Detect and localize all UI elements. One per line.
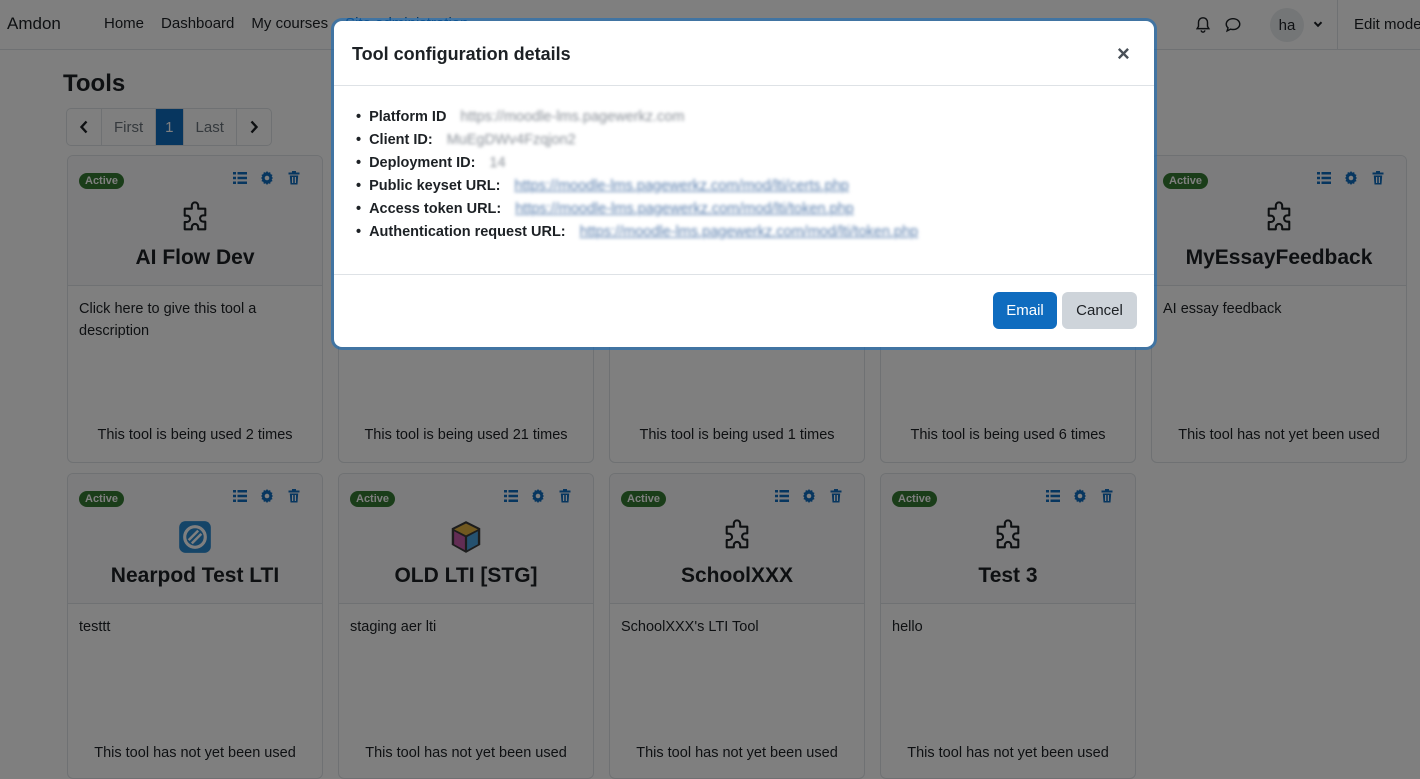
detail-client-id: Client ID:MuEgDWv4Fzqjon2 <box>356 129 918 152</box>
detail-public-keyset-url: Public keyset URL:https://moodle-lms.pag… <box>356 175 918 198</box>
modal-footer: Email Cancel <box>334 274 1154 347</box>
close-icon[interactable]: × <box>1117 43 1130 65</box>
detail-deployment-id: Deployment ID:14 <box>356 152 918 175</box>
detail-platform-id: Platform IDhttps://moodle-lms.pagewerkz.… <box>356 106 918 129</box>
detail-auth-request-url: Authentication request URL:https://moodl… <box>356 221 918 244</box>
tool-configuration-modal: Tool configuration details × Platform ID… <box>334 21 1154 347</box>
auth-request-link[interactable]: https://moodle-lms.pagewerkz.com/mod/lti… <box>580 221 918 244</box>
email-button[interactable]: Email <box>993 292 1057 329</box>
modal-header: Tool configuration details × <box>334 21 1154 86</box>
detail-access-token-url: Access token URL:https://moodle-lms.page… <box>356 198 918 221</box>
access-token-link[interactable]: https://moodle-lms.pagewerkz.com/mod/lti… <box>515 198 853 221</box>
modal-title: Tool configuration details <box>352 44 571 64</box>
public-keyset-link[interactable]: https://moodle-lms.pagewerkz.com/mod/lti… <box>514 175 848 198</box>
tool-config-details-list: Platform IDhttps://moodle-lms.pagewerkz.… <box>356 106 918 244</box>
cancel-button[interactable]: Cancel <box>1062 292 1137 329</box>
